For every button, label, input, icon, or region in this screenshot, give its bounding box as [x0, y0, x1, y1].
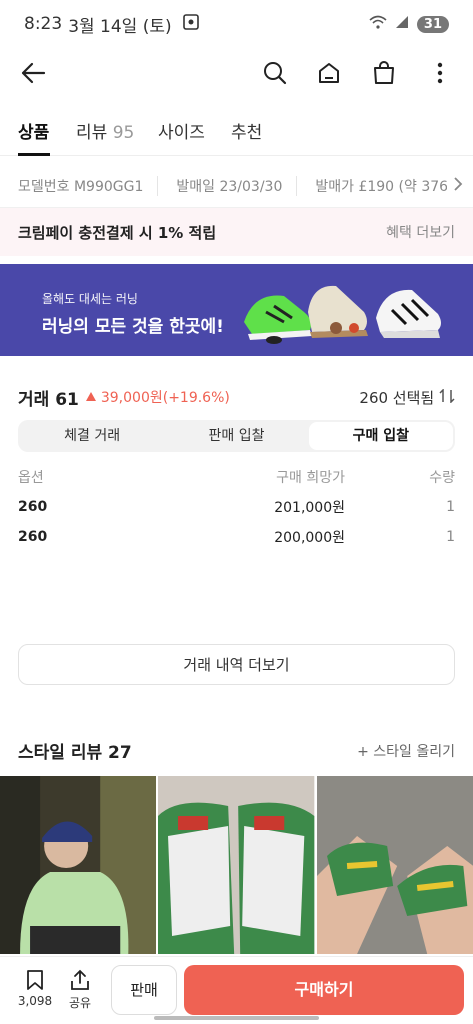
top-nav: [0, 48, 473, 98]
column-header-qty: 수량: [429, 470, 455, 486]
trade-segment-control: 체결 거래 판매 입찰 구매 입찰: [18, 420, 455, 452]
status-date: 3월 14일 (토): [68, 16, 172, 37]
trade-count: 거래 61: [18, 389, 79, 410]
promo-banner[interactable]: 올해도 대세는 러닝 러닝의 모든 것을 한곳에!: [0, 264, 473, 356]
wifi-icon: [369, 14, 387, 34]
tab-label: 추천: [231, 123, 263, 143]
size-selector[interactable]: 260 선택됨: [359, 387, 455, 408]
tab-product[interactable]: 상품: [18, 118, 49, 143]
back-arrow-icon[interactable]: [18, 58, 48, 88]
benefit-more-link[interactable]: 혜택 더보기: [386, 222, 455, 242]
signal-icon: [395, 14, 409, 34]
banner-title: 러닝의 모든 것을 한곳에!: [42, 317, 224, 337]
status-bar: 8:23 3월 14일 (토) 31: [0, 0, 473, 48]
bid-table: 옵션 구매 희망가 수량 260 201,000원 1 260 200,000원…: [18, 466, 455, 552]
chevron-right-icon[interactable]: [447, 176, 463, 196]
style-photo-grid: [0, 776, 473, 954]
release-price: 발매가 £190 (약 376: [297, 175, 464, 196]
share-label: 공유: [68, 996, 92, 1010]
row-option: 260: [18, 529, 48, 545]
style-review-title: 스타일 리뷰 27: [18, 743, 132, 763]
shopping-bag-icon[interactable]: [369, 58, 399, 88]
style-photo[interactable]: [158, 776, 315, 954]
share-icon: [69, 969, 91, 994]
tab-size[interactable]: 사이즈: [158, 118, 205, 143]
style-photo[interactable]: [316, 776, 473, 954]
trade-history-button[interactable]: 거래 내역 더보기: [18, 644, 455, 685]
bookmark-count: 3,098: [17, 994, 53, 1008]
table-header: 옵션 구매 희망가 수량: [18, 466, 455, 488]
row-qty: 1: [446, 499, 455, 515]
buy-button[interactable]: 구매하기: [184, 965, 464, 1015]
home-indicator: [154, 1016, 319, 1020]
screenshot-icon: [182, 13, 200, 36]
status-time: 8:23: [24, 14, 63, 34]
size-selector-label: 260 선택됨: [359, 388, 435, 407]
banner-subtitle: 올해도 대세는 러닝: [42, 292, 138, 306]
price-change: 39,000원(+19.6%): [100, 390, 230, 406]
bookmark-icon: [25, 970, 45, 994]
home-icon[interactable]: [314, 58, 344, 88]
model-number: 모델번호 M990GG1: [0, 175, 159, 196]
segment-buy-bid[interactable]: 구매 입찰: [308, 422, 453, 450]
segment-sell-bid[interactable]: 판매 입찰: [164, 422, 308, 450]
sell-button[interactable]: 판매: [111, 965, 177, 1015]
segment-completed[interactable]: 체결 거래: [20, 422, 164, 450]
tab-review[interactable]: 리뷰 95: [76, 118, 134, 143]
column-header-price: 구매 희망가: [276, 470, 345, 486]
style-photo[interactable]: [0, 776, 157, 954]
active-tab-indicator: [18, 153, 50, 156]
release-date: 발매일 23/03/30: [158, 175, 298, 196]
row-price: 201,000원: [274, 500, 345, 516]
column-header-option: 옵션: [18, 470, 44, 486]
sort-arrows-icon: [439, 387, 455, 407]
style-upload-link[interactable]: + 스타일 올리기: [357, 741, 455, 761]
product-meta-row: 모델번호 M990GG1 발매일 23/03/30 발매가 £190 (약 37…: [0, 164, 473, 208]
row-qty: 1: [446, 529, 455, 545]
bookmark-button[interactable]: 3,098: [14, 969, 56, 1008]
product-tabs: 상품 리뷰 95 사이즈 추천: [0, 110, 473, 156]
search-icon[interactable]: [260, 58, 290, 88]
benefit-title: 크림페이 충전결제 시 1% 적립: [18, 223, 217, 242]
battery-indicator: 31: [416, 15, 449, 33]
more-options-icon[interactable]: [425, 58, 455, 88]
share-button[interactable]: 공유: [64, 969, 96, 1011]
bottom-action-bar: 3,098 공유 판매 구매하기: [0, 956, 473, 1024]
tab-label: 사이즈: [158, 123, 205, 143]
banner-shoes-image: [244, 285, 441, 344]
benefit-row[interactable]: 크림페이 충전결제 시 1% 적립 혜택 더보기: [0, 208, 473, 256]
table-row: 260 200,000원 1: [18, 522, 455, 552]
row-option: 260: [18, 499, 48, 515]
tab-label: 상품: [18, 123, 50, 143]
style-review-header: 스타일 리뷰 27 + 스타일 올리기: [18, 738, 455, 763]
row-price: 200,000원: [274, 530, 345, 546]
review-count: 95: [112, 123, 135, 143]
tab-label: 리뷰: [76, 123, 108, 143]
table-row: 260 201,000원 1: [18, 492, 455, 522]
up-triangle-icon: [85, 388, 97, 407]
trade-header: 거래 61 39,000원(+19.6%) 260 선택됨: [18, 384, 455, 410]
tab-recommend[interactable]: 추천: [231, 118, 262, 143]
